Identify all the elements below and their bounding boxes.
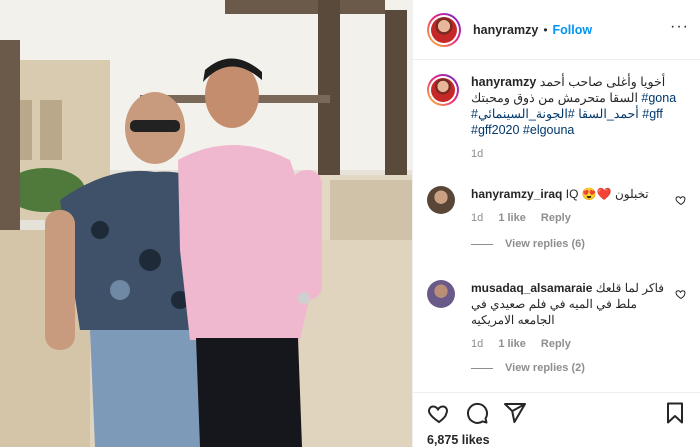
- reply-button[interactable]: Reply: [541, 338, 571, 350]
- comment-like-icon[interactable]: [675, 288, 687, 300]
- caption-username[interactable]: hanyramzy: [471, 75, 536, 89]
- follow-button[interactable]: Follow: [553, 23, 593, 37]
- author-username[interactable]: hanyramzy: [473, 23, 538, 37]
- reply-button[interactable]: Reply: [541, 212, 571, 224]
- comment-like-icon[interactable]: [675, 194, 687, 206]
- comment-username[interactable]: musadaq_alsamaraie: [471, 281, 592, 295]
- comment-meta: 1d 1 like Reply: [471, 210, 667, 226]
- instagram-post-frame: hanyramzy • Follow ··· hanyramzy أخويا و…: [0, 0, 700, 447]
- likes-count[interactable]: 6,875 likes: [427, 433, 687, 447]
- post-caption: hanyramzy أخويا وأغلى صاحب أحمد السقا مت…: [427, 74, 689, 162]
- header-separator: •: [543, 22, 548, 37]
- post-photo[interactable]: [0, 0, 412, 447]
- comment-meta: 1d 1 like Reply: [471, 336, 667, 352]
- post-photo-image: [0, 0, 412, 447]
- caption-timestamp: 1d: [471, 148, 484, 160]
- commenter-avatar[interactable]: [427, 280, 455, 308]
- caption-avatar[interactable]: [427, 74, 459, 106]
- comment-likes[interactable]: 1 like: [498, 338, 526, 350]
- hashtag-link[interactable]: #gona: [641, 91, 676, 105]
- comment-timestamp: 1d: [471, 338, 484, 350]
- view-replies-button[interactable]: View replies (2): [471, 362, 689, 374]
- comment-item: hanyramzy_iraq تخبلون ❤️😍 IQ 1d 1 like R…: [427, 186, 689, 250]
- hashtag-link[interactable]: #elgouna: [523, 123, 574, 137]
- author-avatar[interactable]: [427, 12, 461, 47]
- post-side-panel: hanyramzy • Follow ··· hanyramzy أخويا و…: [412, 0, 700, 447]
- hashtag-link[interactable]: #gff2020: [471, 123, 519, 137]
- share-icon[interactable]: [503, 401, 527, 425]
- hashtag-link[interactable]: #gff: [642, 107, 663, 121]
- commenter-avatar[interactable]: [427, 186, 455, 214]
- heart-icon[interactable]: [427, 401, 451, 425]
- post-header: hanyramzy • Follow ···: [413, 0, 700, 60]
- comment-item: musadaq_alsamaraie فاكر لما قلعك ملط في …: [427, 280, 689, 374]
- more-icon[interactable]: ···: [670, 19, 689, 35]
- post-actions: 6,875 likes: [413, 392, 700, 447]
- view-replies-button[interactable]: View replies (6): [471, 238, 689, 250]
- comment-text: تخبلون ❤️😍 IQ: [565, 187, 649, 201]
- comment-likes[interactable]: 1 like: [498, 212, 526, 224]
- comment-timestamp: 1d: [471, 212, 484, 224]
- bookmark-icon[interactable]: [663, 401, 687, 425]
- comment-username[interactable]: hanyramzy_iraq: [471, 187, 562, 201]
- hashtag-link[interactable]: #الجونة_السينمائي: [478, 107, 575, 121]
- comment-icon[interactable]: [465, 401, 489, 425]
- author-avatar-image: [431, 16, 457, 43]
